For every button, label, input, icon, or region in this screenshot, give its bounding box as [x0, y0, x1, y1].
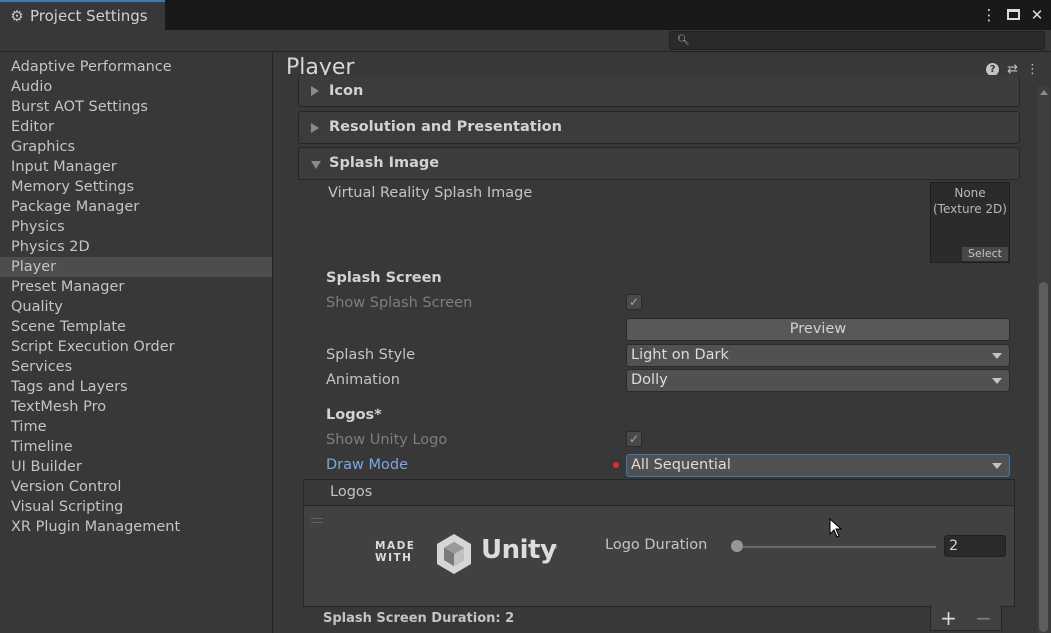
- show-splash-label: Show Splash Screen: [326, 295, 473, 311]
- logos-list-header: Logos: [304, 480, 1014, 506]
- sidebar-item-tags-and-layers[interactable]: Tags and Layers: [0, 377, 272, 397]
- sidebar-item-preset-manager[interactable]: Preset Manager: [0, 277, 272, 297]
- expand-icon: [311, 123, 319, 133]
- chevron-down-icon: [992, 463, 1002, 469]
- splash-duration-text: Splash Screen Duration: 2: [323, 611, 515, 626]
- dropdown-value: All Sequential: [631, 457, 731, 473]
- sidebar-item-quality[interactable]: Quality: [0, 297, 272, 317]
- search-input[interactable]: 🔍︎: [669, 31, 1045, 50]
- draw-mode-label: Draw Mode: [326, 457, 408, 473]
- more-icon[interactable]: ⋮: [1026, 63, 1039, 76]
- splash-style-dropdown[interactable]: Light on Dark: [626, 344, 1010, 367]
- sidebar-item-memory-settings[interactable]: Memory Settings: [0, 177, 272, 197]
- inspector-panel: Player ? ⇄ ⋮ Icon Resolution and Present…: [274, 52, 1051, 633]
- title-bar: ⚙ Project Settings ⋮ ✕: [0, 0, 1051, 30]
- section-label: Splash Image: [329, 155, 440, 171]
- chevron-down-icon: [992, 353, 1002, 359]
- add-icon[interactable]: +: [940, 608, 957, 628]
- unity-wordmark: Unity: [481, 535, 557, 565]
- section-label: Icon: [329, 83, 364, 99]
- draw-mode-dropdown[interactable]: All Sequential: [626, 454, 1010, 477]
- scroll-thumb[interactable]: [1039, 282, 1048, 632]
- sidebar-item-player[interactable]: Player: [0, 257, 272, 277]
- search-icon: 🔍︎: [677, 35, 690, 46]
- sidebar-item-adaptive-performance[interactable]: Adaptive Performance: [0, 57, 272, 77]
- window-title: Project Settings: [30, 7, 148, 25]
- logos-list-title: Logos: [330, 484, 373, 500]
- sidebar-item-burst-aot-settings[interactable]: Burst AOT Settings: [0, 97, 272, 117]
- expand-icon: [311, 86, 319, 96]
- dropdown-value: Light on Dark: [631, 347, 729, 363]
- collapse-icon: [311, 161, 321, 169]
- section-splash-image[interactable]: Splash Image: [298, 147, 1020, 180]
- window-tab[interactable]: ⚙ Project Settings: [0, 0, 165, 30]
- sidebar-item-time[interactable]: Time: [0, 417, 272, 437]
- list-footer-buttons: + −: [930, 605, 1002, 631]
- logos-heading: Logos*: [326, 407, 382, 423]
- logo-duration-slider-track[interactable]: [738, 546, 936, 548]
- unity-trademark: ®: [552, 544, 558, 551]
- window-controls: ⋮ ✕: [981, 0, 1045, 30]
- show-splash-checkbox[interactable]: ✓: [626, 294, 642, 310]
- sidebar-item-version-control[interactable]: Version Control: [0, 477, 272, 497]
- vertical-scrollbar[interactable]: [1037, 86, 1050, 633]
- sidebar-item-textmesh-pro[interactable]: TextMesh Pro: [0, 397, 272, 417]
- maximize-icon[interactable]: [1005, 7, 1021, 23]
- sidebar-item-editor[interactable]: Editor: [0, 117, 272, 137]
- remove-icon[interactable]: −: [975, 608, 992, 628]
- made-with-text: MADE WITH: [375, 540, 416, 564]
- logo-duration-label: Logo Duration: [605, 537, 708, 553]
- sidebar-item-script-execution-order[interactable]: Script Execution Order: [0, 337, 272, 357]
- gear-icon: ⚙: [10, 7, 24, 25]
- sidebar-item-graphics[interactable]: Graphics: [0, 137, 272, 157]
- sidebar-item-services[interactable]: Services: [0, 357, 272, 377]
- dropdown-value: Dolly: [631, 372, 668, 388]
- show-unity-logo-label: Show Unity Logo: [326, 432, 448, 448]
- chevron-down-icon: [992, 378, 1002, 384]
- more-icon[interactable]: ⋮: [981, 7, 997, 23]
- section-label: Resolution and Presentation: [329, 119, 562, 135]
- animation-dropdown[interactable]: Dolly: [626, 369, 1010, 392]
- toolbar: 🔍︎: [0, 30, 1051, 52]
- sidebar-item-physics[interactable]: Physics: [0, 217, 272, 237]
- sidebar-item-visual-scripting[interactable]: Visual Scripting: [0, 497, 272, 517]
- texture-field[interactable]: None (Texture 2D) Select: [930, 182, 1010, 263]
- logo-duration-slider-thumb[interactable]: [731, 540, 743, 552]
- unity-logo-icon: [437, 534, 471, 574]
- texture-none: None (Texture 2D): [933, 186, 1007, 216]
- logos-list: Logos MADE WITH Unity ® Logo Duration 2: [303, 479, 1015, 607]
- settings-sidebar: Adaptive Performance Audio Burst AOT Setti…: [0, 52, 273, 633]
- sidebar-item-xr-plugin-management[interactable]: XR Plugin Management: [0, 517, 272, 537]
- scroll-up-icon[interactable]: [1040, 90, 1048, 95]
- texture-select-button[interactable]: Select: [962, 247, 1008, 261]
- override-indicator: [613, 462, 619, 468]
- mouse-cursor-icon: [829, 518, 843, 538]
- splash-screen-heading: Splash Screen: [326, 270, 442, 286]
- sidebar-item-audio[interactable]: Audio: [0, 77, 272, 97]
- section-resolution[interactable]: Resolution and Presentation: [298, 111, 1020, 144]
- sidebar-item-package-manager[interactable]: Package Manager: [0, 197, 272, 217]
- logo-duration-field[interactable]: 2: [944, 535, 1006, 557]
- section-icon[interactable]: Icon: [298, 75, 1020, 107]
- sidebar-item-ui-builder[interactable]: UI Builder: [0, 457, 272, 477]
- sidebar-item-scene-template[interactable]: Scene Template: [0, 317, 272, 337]
- show-unity-logo-checkbox[interactable]: ✓: [626, 431, 642, 447]
- preview-button[interactable]: Preview: [626, 318, 1010, 341]
- animation-label: Animation: [326, 372, 400, 388]
- drag-handle-icon[interactable]: [311, 518, 323, 523]
- sidebar-item-input-manager[interactable]: Input Manager: [0, 157, 272, 177]
- sidebar-item-timeline[interactable]: Timeline: [0, 437, 272, 457]
- close-icon[interactable]: ✕: [1029, 7, 1045, 23]
- sidebar-item-physics-2d[interactable]: Physics 2D: [0, 237, 272, 257]
- vr-splash-label: Virtual Reality Splash Image: [328, 185, 533, 201]
- splash-style-label: Splash Style: [326, 347, 416, 363]
